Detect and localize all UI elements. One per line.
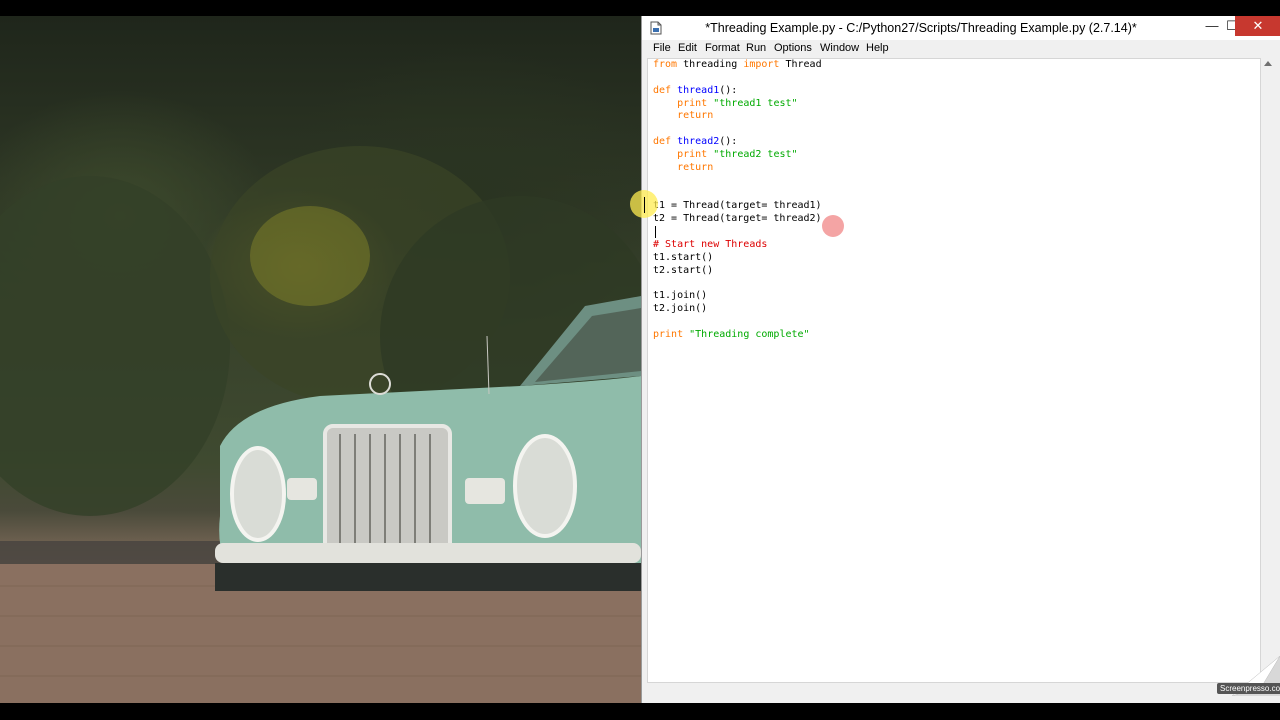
window-title: *Threading Example.py - C:/Python27/Scri… <box>705 21 1137 35</box>
code-token: thread1 <box>677 84 720 96</box>
vintage-car-photo <box>0 146 641 703</box>
code-line: t1 = Thread(target= thread1) <box>653 200 822 213</box>
code-token: "thread1 test" <box>713 97 798 109</box>
code-line: t2 = Thread(target= thread2) <box>653 213 822 226</box>
code-line: def thread1(): <box>653 85 822 98</box>
text-caret <box>655 226 656 238</box>
idle-file-icon <box>650 21 662 35</box>
code-token: return <box>677 161 714 173</box>
title-bar[interactable]: *Threading Example.py - C:/Python27/Scri… <box>642 16 1280 40</box>
code-line: t2.join() <box>653 303 822 316</box>
menu-options[interactable]: Options <box>774 42 812 54</box>
menu-run[interactable]: Run <box>746 42 766 54</box>
code-token: def <box>653 84 672 96</box>
code-token: print <box>677 148 708 160</box>
code-line: t1.start() <box>653 252 822 265</box>
menu-window[interactable]: Window <box>820 42 859 54</box>
code-token: from <box>653 59 678 70</box>
code-line: t1.join() <box>653 290 822 303</box>
ibeam-cursor-icon <box>644 197 645 213</box>
click-indicator <box>822 215 844 237</box>
code-line: print "thread1 test" <box>653 98 822 111</box>
code-token: return <box>677 110 714 122</box>
idle-editor-window: *Threading Example.py - C:/Python27/Scri… <box>641 16 1280 703</box>
code-token: Thread <box>779 59 822 70</box>
code-token: threading <box>677 59 744 70</box>
close-button[interactable]: ✕ <box>1235 16 1280 36</box>
menu-format[interactable]: Format <box>705 42 740 54</box>
code-token: t2.join() <box>653 303 708 315</box>
code-token: thread2 <box>677 136 720 148</box>
menu-bar: File Edit Format Run Options Window Help <box>642 40 1280 58</box>
code-line: print "thread2 test" <box>653 149 822 162</box>
menu-edit[interactable]: Edit <box>678 42 697 54</box>
code-token: t2.start() <box>653 264 714 276</box>
code-token: "Threading complete" <box>689 328 810 340</box>
code-token: print <box>653 328 684 340</box>
code-token: t2 = Thread(target= thread2) <box>653 213 822 225</box>
status-bar <box>647 684 1261 699</box>
code-line: # Start new Threads <box>653 239 822 252</box>
code-editor[interactable]: from threading import Thread def thread1… <box>647 58 1261 683</box>
vertical-scrollbar[interactable] <box>1261 58 1275 683</box>
code-text: from threading import Thread def thread1… <box>653 59 822 342</box>
code-token: "thread2 test" <box>713 148 798 160</box>
code-token: t1.join() <box>653 290 708 302</box>
menu-help[interactable]: Help <box>866 42 889 54</box>
menu-file[interactable]: File <box>653 42 671 54</box>
code-line: print "Threading complete" <box>653 329 822 342</box>
code-token: (): <box>719 136 738 148</box>
code-line: from threading import Thread <box>653 59 822 72</box>
code-line: return <box>653 162 822 175</box>
triangle-up-icon[interactable] <box>1264 61 1272 66</box>
code-token: t1.start() <box>653 251 714 263</box>
code-line: return <box>653 110 822 123</box>
code-token: (): <box>719 84 738 96</box>
code-line: t2.start() <box>653 265 822 278</box>
code-line: def thread2(): <box>653 136 822 149</box>
code-token: import <box>743 59 780 70</box>
code-token: t1 = Thread(target= thread1) <box>653 200 822 212</box>
code-token: def <box>653 136 672 148</box>
screenpresso-watermark: Screenpresso.com <box>1217 683 1280 694</box>
desktop-wallpaper <box>0 16 641 703</box>
code-token: # Start new Threads <box>653 238 768 250</box>
code-token: print <box>677 97 708 109</box>
